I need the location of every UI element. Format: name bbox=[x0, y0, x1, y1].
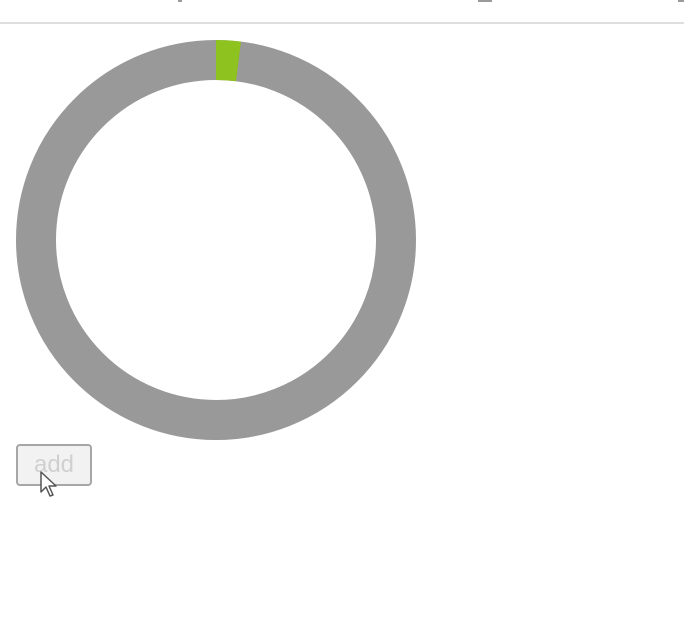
toolbar-fragment bbox=[678, 0, 684, 2]
progress-ring bbox=[16, 40, 416, 440]
toolbar-fragment bbox=[178, 0, 182, 2]
add-button[interactable]: add bbox=[16, 444, 92, 486]
toolbar-fragment bbox=[478, 0, 492, 2]
progress-ring-svg bbox=[16, 40, 416, 440]
progress-ring-track bbox=[16, 40, 416, 440]
top-bar bbox=[0, 0, 684, 24]
